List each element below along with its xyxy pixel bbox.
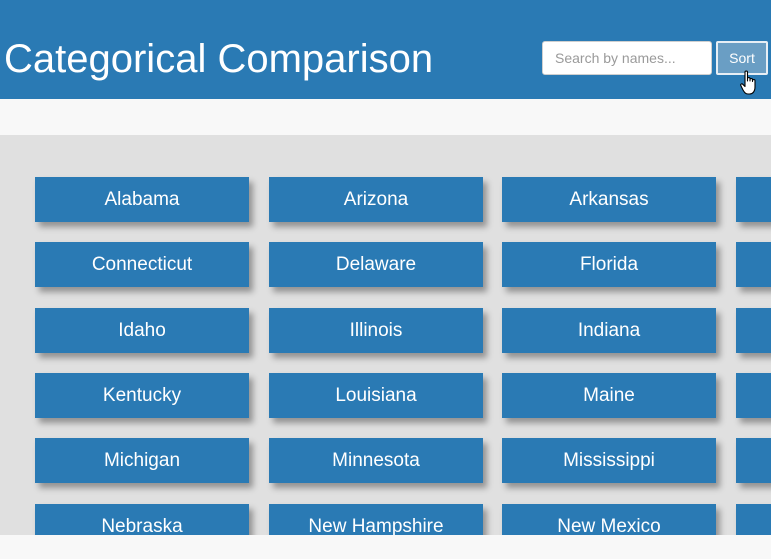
category-card[interactable]: Kentucky [35, 373, 249, 418]
category-card[interactable]: Arkansas [502, 177, 716, 222]
category-card[interactable]: Nebraska [35, 504, 249, 535]
category-card[interactable]: Minnesota [269, 438, 483, 483]
category-card[interactable]: Alabama [35, 177, 249, 222]
category-card[interactable] [736, 504, 771, 535]
category-card[interactable]: Delaware [269, 242, 483, 287]
category-card[interactable]: Louisiana [269, 373, 483, 418]
bottom-strip [0, 535, 771, 559]
category-card[interactable]: Florida [502, 242, 716, 287]
category-card[interactable]: Arizona [269, 177, 483, 222]
toolbar-strip [0, 99, 771, 135]
category-card[interactable] [736, 308, 771, 353]
category-card[interactable]: Indiana [502, 308, 716, 353]
category-card[interactable]: Idaho [35, 308, 249, 353]
category-card[interactable]: Michigan [35, 438, 249, 483]
category-card[interactable]: Maine [502, 373, 716, 418]
search-input[interactable] [542, 41, 712, 75]
category-card[interactable] [736, 242, 771, 287]
category-card[interactable] [736, 373, 771, 418]
app-header: Categorical Comparison Sort [0, 0, 771, 99]
category-card[interactable] [736, 177, 771, 222]
hand-pointer-icon [740, 70, 756, 95]
category-card[interactable]: Mississippi [502, 438, 716, 483]
category-card[interactable]: New Hampshire [269, 504, 483, 535]
category-card[interactable]: New Mexico [502, 504, 716, 535]
page-title: Categorical Comparison [4, 37, 434, 81]
category-card[interactable]: Connecticut [35, 242, 249, 287]
category-grid: Alabama Arizona Arkansas Connecticut Delawar… [0, 135, 771, 535]
category-card[interactable] [736, 438, 771, 483]
category-card[interactable]: Illinois [269, 308, 483, 353]
